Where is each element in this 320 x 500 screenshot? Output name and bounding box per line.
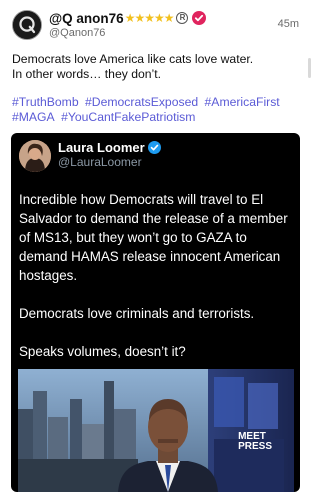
scrollbar-thumb[interactable]	[308, 58, 311, 78]
verified-badge-icon	[192, 11, 207, 25]
hashtag-link[interactable]: #YouCantFakePatriotism	[61, 110, 195, 124]
post-text-line: In other words… they don’t.	[12, 67, 162, 81]
embedded-paragraph: Incredible how Democrats will travel to …	[19, 192, 288, 283]
embedded-author-handle: @LauraLoomer	[58, 155, 142, 169]
embedded-paragraph: Speaks volumes, doesn’t it?	[19, 344, 186, 359]
video-still: MEET PRESS	[18, 369, 294, 492]
post-card[interactable]: @Q anon76 ★★★★★ R @Qanon76 45m Democrats…	[0, 0, 311, 500]
embedded-post-image[interactable]: Laura Loomer @LauraLoomer Incredible how…	[11, 133, 300, 492]
video-logo: MEET PRESS	[238, 432, 272, 452]
author-row: @Q anon76 ★★★★★ R	[49, 9, 207, 27]
hashtag-link[interactable]: #MAGA	[12, 110, 55, 124]
registered-mark-icon: R	[176, 12, 189, 24]
embedded-author-row: Laura Loomer	[58, 140, 161, 155]
embedded-author-name: Laura Loomer	[58, 140, 145, 155]
video-logo-line: PRESS	[238, 441, 272, 452]
hashtag-link[interactable]: #AmericaFirst	[205, 95, 280, 109]
post-text: Democrats love America like cats love wa…	[12, 52, 302, 82]
stars-badge: ★★★★★	[124, 11, 175, 25]
post-text-line: Democrats love America like cats love wa…	[12, 52, 254, 66]
embedded-avatar	[19, 140, 51, 172]
q-logo-icon	[13, 11, 41, 39]
author-handle[interactable]: @Qanon76	[49, 27, 105, 39]
hashtag-list: #TruthBomb #DemocratsExposed #AmericaFir…	[12, 95, 304, 125]
embedded-post-text: Incredible how Democrats will travel to …	[19, 190, 297, 380]
avatar[interactable]	[12, 10, 42, 40]
author-display-name[interactable]: @Q anon76	[49, 11, 124, 26]
hashtag-link[interactable]: #TruthBomb	[12, 95, 79, 109]
hashtag-link[interactable]: #DemocratsExposed	[85, 95, 198, 109]
embedded-paragraph: Democrats love criminals and terrorists.	[19, 306, 255, 321]
post-timestamp: 45m	[277, 18, 299, 30]
verified-check-icon	[147, 141, 161, 154]
